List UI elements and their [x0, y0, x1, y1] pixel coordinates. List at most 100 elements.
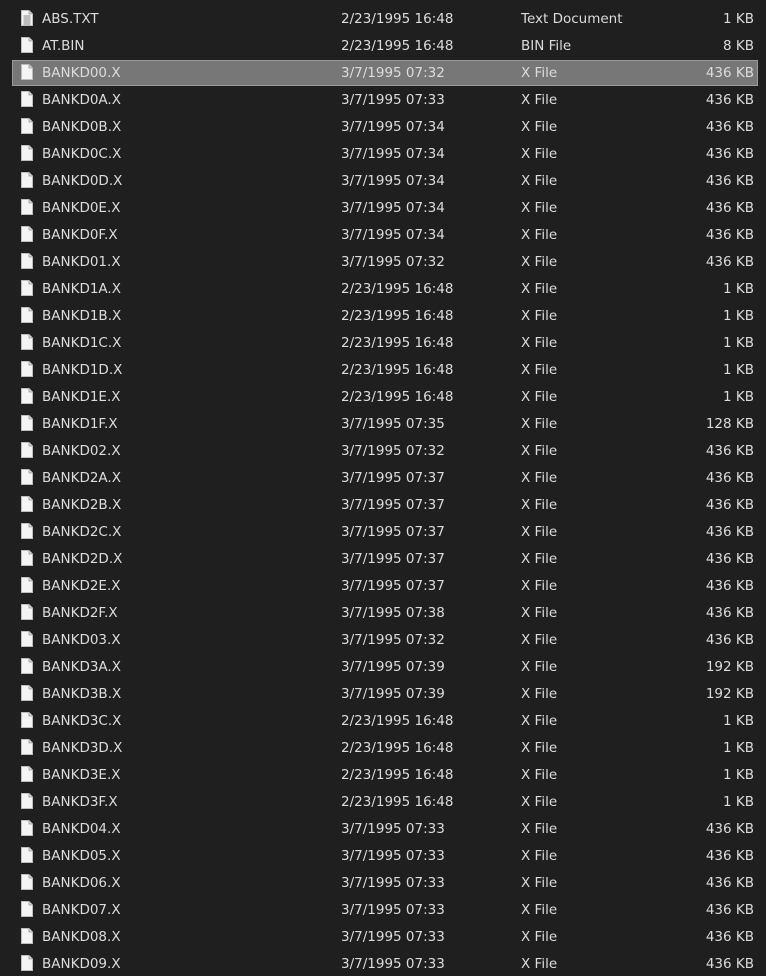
file-row[interactable]: BANKD3E.X 2/23/1995 16:48 X File 1 KB [12, 762, 758, 788]
file-date-modified: 3/7/1995 07:39 [341, 686, 445, 702]
file-name: BANKD07.X [42, 902, 121, 918]
file-icon [21, 523, 33, 539]
file-row[interactable]: BANKD3A.X 3/7/1995 07:39 X File 192 KB [12, 654, 758, 680]
file-row[interactable]: BANKD06.X 3/7/1995 07:33 X File 436 KB [12, 870, 758, 896]
file-type: X File [521, 740, 558, 756]
file-name: BANKD00.X [42, 65, 121, 81]
file-name: BANKD01.X [42, 254, 121, 270]
file-row[interactable]: BANKD00.X 3/7/1995 07:32 X File 436 KB [12, 60, 758, 86]
file-row[interactable]: BANKD0E.X 3/7/1995 07:34 X File 436 KB [12, 195, 758, 221]
file-size: 1 KB [723, 740, 754, 756]
file-row[interactable]: ABS.TXT 2/23/1995 16:48 Text Document 1 KB [12, 6, 758, 32]
file-row[interactable]: BANKD1D.X 2/23/1995 16:48 X File 1 KB [12, 357, 758, 383]
file-type: X File [521, 551, 558, 567]
file-size: 436 KB [705, 956, 754, 972]
file-type: X File [521, 362, 558, 378]
file-type: X File [521, 227, 558, 243]
file-row[interactable]: BANKD03.X 3/7/1995 07:32 X File 436 KB [12, 627, 758, 653]
file-date-modified: 3/7/1995 07:32 [341, 65, 445, 81]
file-row[interactable]: AT.BIN 2/23/1995 16:48 BIN File 8 KB [12, 33, 758, 59]
file-row[interactable]: BANKD09.X 3/7/1995 07:33 X File 436 KB [12, 951, 758, 976]
file-date-modified: 2/23/1995 16:48 [341, 740, 454, 756]
file-date-modified: 3/7/1995 07:37 [341, 551, 445, 567]
file-type: X File [521, 956, 558, 972]
file-name: BANKD06.X [42, 875, 121, 891]
file-name: BANKD1C.X [42, 335, 122, 351]
file-size: 436 KB [705, 227, 754, 243]
file-date-modified: 3/7/1995 07:32 [341, 443, 445, 459]
file-row[interactable]: BANKD01.X 3/7/1995 07:32 X File 436 KB [12, 249, 758, 275]
file-type: X File [521, 389, 558, 405]
file-row[interactable]: BANKD2E.X 3/7/1995 07:37 X File 436 KB [12, 573, 758, 599]
file-row[interactable]: BANKD1B.X 2/23/1995 16:48 X File 1 KB [12, 303, 758, 329]
file-icon [21, 712, 33, 728]
file-date-modified: 2/23/1995 16:48 [341, 362, 454, 378]
file-size: 436 KB [705, 470, 754, 486]
file-type: X File [521, 605, 558, 621]
file-row[interactable]: BANKD02.X 3/7/1995 07:32 X File 436 KB [12, 438, 758, 464]
file-row[interactable]: BANKD3C.X 2/23/1995 16:48 X File 1 KB [12, 708, 758, 734]
file-size: 436 KB [705, 497, 754, 513]
file-date-modified: 2/23/1995 16:48 [341, 11, 454, 27]
file-size: 192 KB [705, 659, 754, 675]
file-icon [21, 118, 33, 134]
file-name: BANKD0F.X [42, 227, 118, 243]
file-row[interactable]: BANKD3D.X 2/23/1995 16:48 X File 1 KB [12, 735, 758, 761]
file-name: BANKD2C.X [42, 524, 122, 540]
file-name: BANKD3F.X [42, 794, 118, 810]
file-row[interactable]: BANKD07.X 3/7/1995 07:33 X File 436 KB [12, 897, 758, 923]
file-size: 436 KB [705, 119, 754, 135]
file-type: X File [521, 713, 558, 729]
file-date-modified: 2/23/1995 16:48 [341, 281, 454, 297]
file-date-modified: 2/23/1995 16:48 [341, 713, 454, 729]
file-row[interactable]: BANKD3F.X 2/23/1995 16:48 X File 1 KB [12, 789, 758, 815]
file-row[interactable]: BANKD2C.X 3/7/1995 07:37 X File 436 KB [12, 519, 758, 545]
file-row[interactable]: BANKD0B.X 3/7/1995 07:34 X File 436 KB [12, 114, 758, 140]
file-type: X File [521, 308, 558, 324]
file-date-modified: 2/23/1995 16:48 [341, 335, 454, 351]
file-row[interactable]: BANKD1A.X 2/23/1995 16:48 X File 1 KB [12, 276, 758, 302]
file-date-modified: 3/7/1995 07:33 [341, 821, 445, 837]
file-row[interactable]: BANKD05.X 3/7/1995 07:33 X File 436 KB [12, 843, 758, 869]
file-icon [21, 847, 33, 863]
file-icon [21, 901, 33, 917]
file-row[interactable]: BANKD0A.X 3/7/1995 07:33 X File 436 KB [12, 87, 758, 113]
file-row[interactable]: BANKD04.X 3/7/1995 07:33 X File 436 KB [12, 816, 758, 842]
file-row[interactable]: BANKD1F.X 3/7/1995 07:35 X File 128 KB [12, 411, 758, 437]
file-date-modified: 3/7/1995 07:35 [341, 416, 445, 432]
file-icon [21, 280, 33, 296]
file-date-modified: 3/7/1995 07:34 [341, 119, 445, 135]
file-row[interactable]: BANKD2A.X 3/7/1995 07:37 X File 436 KB [12, 465, 758, 491]
file-size: 436 KB [705, 902, 754, 918]
file-row[interactable]: BANKD08.X 3/7/1995 07:33 X File 436 KB [12, 924, 758, 950]
file-name: BANKD3C.X [42, 713, 122, 729]
file-name: BANKD0C.X [42, 146, 122, 162]
file-row[interactable]: BANKD0D.X 3/7/1995 07:34 X File 436 KB [12, 168, 758, 194]
file-row[interactable]: BANKD0C.X 3/7/1995 07:34 X File 436 KB [12, 141, 758, 167]
file-name: BANKD03.X [42, 632, 121, 648]
file-row[interactable]: BANKD1C.X 2/23/1995 16:48 X File 1 KB [12, 330, 758, 356]
file-date-modified: 3/7/1995 07:33 [341, 875, 445, 891]
file-row[interactable]: BANKD2B.X 3/7/1995 07:37 X File 436 KB [12, 492, 758, 518]
file-type: X File [521, 659, 558, 675]
file-icon [21, 928, 33, 944]
file-icon [21, 469, 33, 485]
file-icon [21, 307, 33, 323]
file-size: 436 KB [705, 821, 754, 837]
file-type: X File [521, 281, 558, 297]
file-row[interactable]: BANKD0F.X 3/7/1995 07:34 X File 436 KB [12, 222, 758, 248]
file-type: BIN File [521, 38, 572, 54]
file-size: 436 KB [705, 848, 754, 864]
file-row[interactable]: BANKD1E.X 2/23/1995 16:48 X File 1 KB [12, 384, 758, 410]
file-type: X File [521, 767, 558, 783]
file-row[interactable]: BANKD3B.X 3/7/1995 07:39 X File 192 KB [12, 681, 758, 707]
file-date-modified: 3/7/1995 07:38 [341, 605, 445, 621]
file-row[interactable]: BANKD2F.X 3/7/1995 07:38 X File 436 KB [12, 600, 758, 626]
file-icon [21, 550, 33, 566]
file-row[interactable]: BANKD2D.X 3/7/1995 07:37 X File 436 KB [12, 546, 758, 572]
file-type: X File [521, 470, 558, 486]
file-icon [21, 577, 33, 593]
file-icon [21, 820, 33, 836]
file-type: X File [521, 632, 558, 648]
file-name: BANKD3B.X [42, 686, 122, 702]
